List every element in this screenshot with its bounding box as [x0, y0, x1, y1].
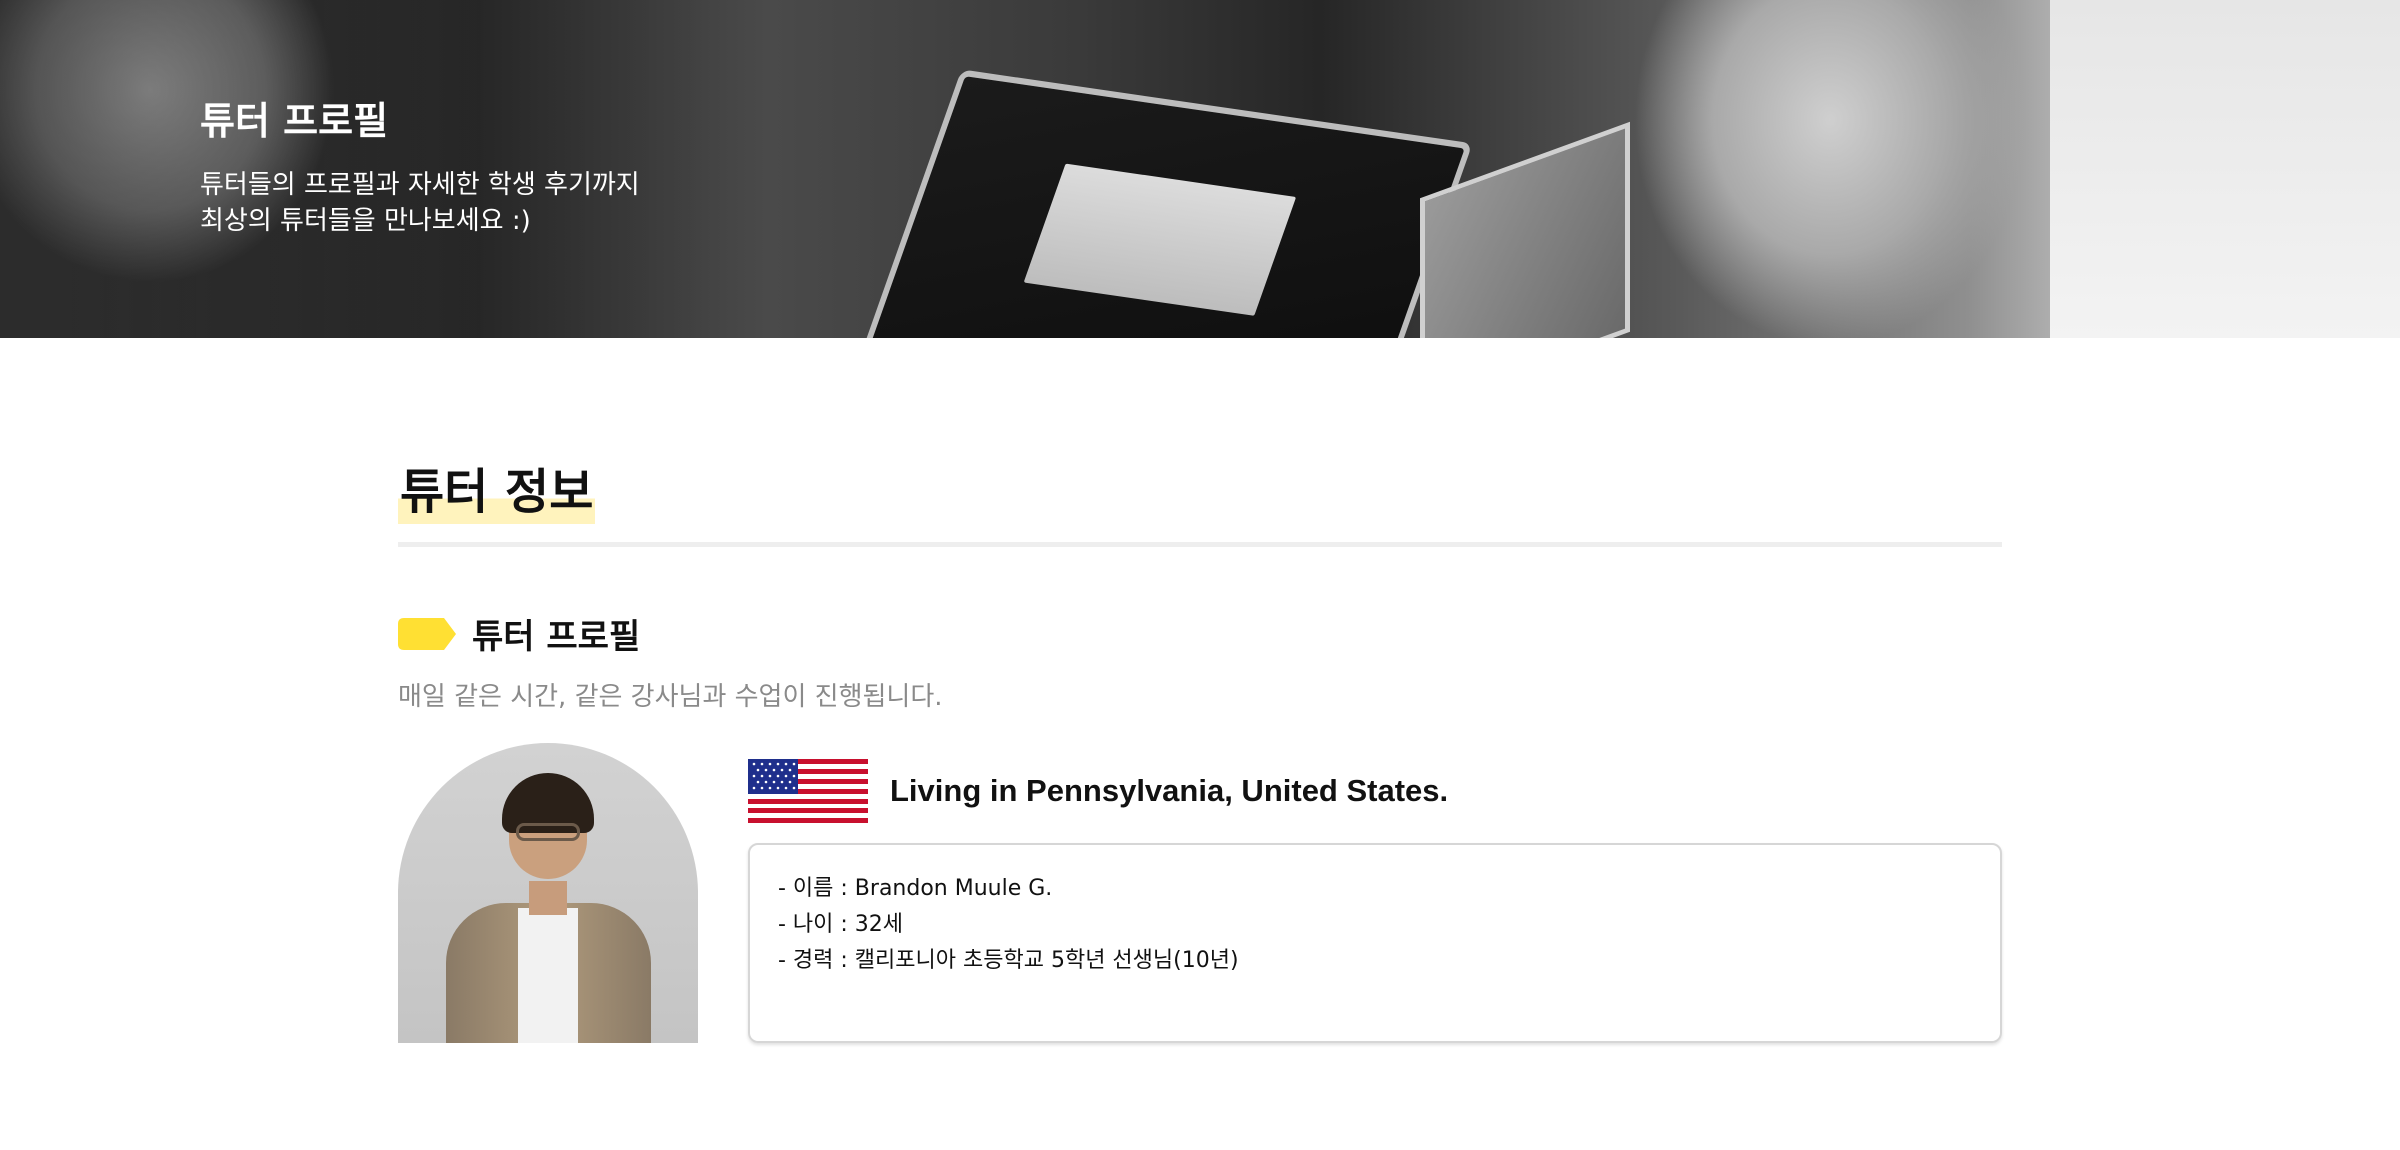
- hero-title: 튜터 프로필: [200, 99, 389, 143]
- hero-subtitle-line2: 최상의 튜터들을 만나보세요 :): [200, 206, 531, 236]
- tutor-profile-card: Living in Pennsylvania, United States. -…: [398, 743, 2002, 1043]
- profile-description: 매일 같은 시간, 같은 강사님과 수업이 진행됩니다.: [398, 682, 943, 712]
- hero-background-table: [2050, 0, 2400, 338]
- tutor-name: - 이름 : Brandon Muule G.: [778, 876, 1053, 901]
- tutor-career: - 경력 : 캘리포니아 초등학교 5학년 선생님(10년): [778, 948, 1239, 973]
- section-title: 튜터 정보: [398, 460, 596, 524]
- hero-subtitle-line1: 튜터들의 프로필과 자세한 학생 후기까지: [200, 170, 640, 200]
- section-divider: [398, 542, 2002, 547]
- tutor-info-section: 튜터 정보 튜터 프로필 매일 같은 시간, 같은 강사님과 수업이 진행됩니다…: [398, 338, 2002, 1043]
- tutor-age: - 나이 : 32세: [778, 912, 904, 937]
- tutor-photo: [398, 743, 698, 1043]
- hero-background-laptop: [859, 69, 1473, 338]
- hero-text: 튜터 프로필 튜터들의 프로필과 자세한 학생 후기까지 최상의 튜터들을 만나…: [200, 90, 640, 239]
- profile-subheader: 튜터 프로필: [398, 609, 2002, 658]
- us-flag-icon: [748, 759, 868, 823]
- profile-subtitle: 튜터 프로필: [472, 617, 641, 657]
- tutor-info-box: - 이름 : Brandon Muule G. - 나이 : 32세 - 경력 …: [748, 843, 2002, 1043]
- tutor-location-row: Living in Pennsylvania, United States.: [748, 759, 1448, 823]
- hero-banner: 튜터 프로필 튜터들의 프로필과 자세한 학생 후기까지 최상의 튜터들을 만나…: [0, 0, 2400, 338]
- tutor-location: Living in Pennsylvania, United States.: [890, 773, 1449, 808]
- hero-subtitle: 튜터들의 프로필과 자세한 학생 후기까지 최상의 튜터들을 만나보세요 :): [200, 167, 640, 239]
- yellow-tag-icon: [398, 617, 456, 650]
